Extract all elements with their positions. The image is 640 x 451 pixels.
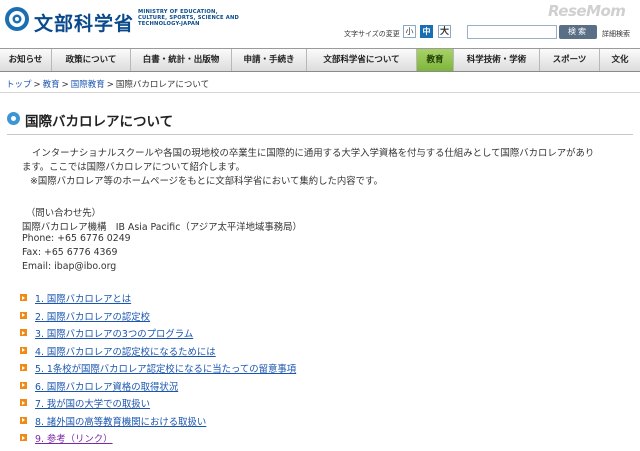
search-input[interactable]	[467, 25, 557, 39]
nav-item-science[interactable]: 科学技術・学術	[454, 49, 540, 71]
breadcrumb-education-link[interactable]: 教育	[43, 80, 60, 90]
circle-bullet-icon	[7, 112, 20, 125]
font-size-large-button[interactable]: 大	[438, 25, 451, 38]
arrow-bullet-icon	[20, 311, 27, 319]
breadcrumb-separator: >	[106, 80, 114, 90]
nav-item-applications[interactable]: 申請・手続き	[232, 49, 307, 71]
watermark-logo: ReseMom	[548, 2, 626, 20]
arrow-bullet-icon	[20, 346, 27, 354]
site-logo-text[interactable]: 文部科学省	[34, 9, 134, 36]
section-link-list: 1. 国際バカロレアとは 2. 国際バカロレアの認定校 3. 国際バカロレアの3…	[20, 290, 440, 448]
nav-item-education[interactable]: 教育	[417, 49, 454, 71]
arrow-bullet-icon	[20, 399, 27, 406]
breadcrumb-divider	[0, 92, 640, 93]
list-item: 7. 我が国の大学での取扱い	[20, 395, 440, 413]
breadcrumb-top-link[interactable]: トップ	[6, 80, 32, 90]
intro-paragraph: インターナショナルスクールや各国の現地校の卒業生に国際的に通用する大学入学資格を…	[22, 147, 622, 175]
mext-logo-icon[interactable]	[4, 6, 30, 32]
contact-fax: Fax: +65 6776 4369	[22, 247, 118, 258]
nav-item-culture[interactable]: 文化	[600, 49, 640, 71]
intro-line-2: ます。ここでは国際バカロレアについて紹介します。	[22, 162, 245, 173]
list-item: 4. 国際バカロレアの認定校になるためには	[20, 343, 440, 361]
list-item: 8. 諸外国の高等教育機関における取扱い	[20, 413, 440, 431]
nav-item-about[interactable]: 文部科学省について	[307, 49, 417, 71]
arrow-bullet-icon	[20, 329, 27, 336]
breadcrumb-intl-education-link[interactable]: 国際教育	[71, 80, 105, 90]
list-item: 1. 国際バカロレアとは	[20, 290, 440, 308]
list-item: 9. 参考（リンク）	[20, 430, 440, 448]
site-header: 文部科学省 MINISTRY OF EDUCATION, CULTURE, SP…	[0, 0, 640, 46]
list-item: 3. 国際バカロレアの3つのプログラム	[20, 325, 440, 343]
font-size-label: 文字サイズの変更	[344, 30, 400, 38]
breadcrumb: トップ > 教育 > 国際教育 > 国際バカロレアについて	[6, 78, 209, 90]
page-title: 国際バカロレアについて	[25, 114, 174, 130]
section-link[interactable]: 8. 諸外国の高等教育機関における取扱い	[35, 414, 206, 428]
font-size-small-button[interactable]: 小	[403, 25, 416, 38]
section-link[interactable]: 6. 国際バカロレア資格の取得状況	[35, 379, 178, 393]
arrow-bullet-icon	[20, 364, 27, 371]
section-link[interactable]: 4. 国際バカロレアの認定校になるためには	[35, 344, 216, 358]
section-link[interactable]: 3. 国際バカロレアの3つのプログラム	[35, 326, 193, 340]
section-link-visited[interactable]: 9. 参考（リンク）	[35, 431, 113, 445]
section-link[interactable]: 1. 国際バカロレアとは	[35, 291, 131, 305]
font-size-medium-button[interactable]: 中	[420, 25, 433, 38]
arrow-bullet-icon	[20, 434, 27, 441]
advanced-search-link[interactable]: 詳細検索	[602, 29, 630, 39]
nav-item-sports[interactable]: スポーツ	[540, 49, 600, 71]
global-nav: お知らせ 政策について 白書・統計・出版物 申請・手続き 文部科学省について 教…	[0, 48, 640, 72]
contact-organization: 国際バカロレア機構 IB Asia Pacific（アジア太平洋地域事務局）	[22, 222, 302, 233]
arrow-bullet-icon	[20, 294, 27, 301]
section-link[interactable]: 5. 1条校が国際バカロレア認定校になるに当たっての留意事項	[35, 361, 296, 375]
arrow-bullet-icon	[20, 381, 27, 389]
site-logo-english: MINISTRY OF EDUCATION, CULTURE, SPORTS, …	[138, 9, 240, 28]
contact-phone: Phone: +65 6776 0249	[22, 233, 131, 244]
list-item: 6. 国際バカロレア資格の取得状況	[20, 378, 440, 396]
list-item: 2. 国際バカロレアの認定校	[20, 308, 440, 326]
nav-item-policy[interactable]: 政策について	[52, 49, 131, 71]
arrow-bullet-icon	[20, 416, 27, 424]
contact-heading: （問い合わせ先）	[26, 208, 102, 219]
breadcrumb-separator: >	[33, 80, 41, 90]
nav-item-news[interactable]: お知らせ	[0, 49, 52, 71]
breadcrumb-current: 国際バカロレアについて	[115, 80, 210, 90]
section-link[interactable]: 7. 我が国の大学での取扱い	[35, 396, 150, 410]
breadcrumb-separator: >	[61, 80, 69, 90]
list-item: 5. 1条校が国際バカロレア認定校になるに当たっての留意事項	[20, 360, 440, 378]
intro-line-1: インターナショナルスクールや各国の現地校の卒業生に国際的に通用する大学入学資格を…	[32, 148, 595, 159]
title-divider	[7, 134, 633, 135]
nav-item-publications[interactable]: 白書・統計・出版物	[131, 49, 232, 71]
contact-email[interactable]: Email: ibap@ibo.org	[22, 261, 116, 272]
source-note: ※国際バカロレア等のホームページをもとに文部科学省において集約した内容です。	[30, 176, 383, 187]
search-button[interactable]: 検索	[559, 25, 597, 39]
section-link[interactable]: 2. 国際バカロレアの認定校	[35, 309, 150, 323]
